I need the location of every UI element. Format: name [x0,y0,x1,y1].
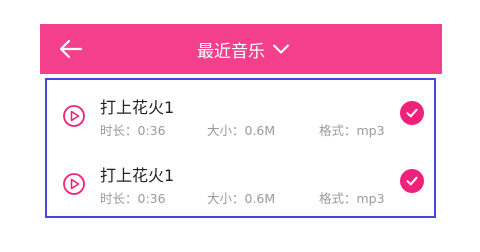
song-row[interactable]: 打上花火1 时长：0:36 大小：0.6M 格式：mp3 [47,84,434,152]
play-button[interactable] [62,104,86,128]
song-format: 格式：mp3 [319,191,385,206]
play-button[interactable] [62,172,86,196]
song-list: 打上花火1 时长：0:36 大小：0.6M 格式：mp3 打上花火1 时长：0:… [45,78,436,218]
song-format: 格式：mp3 [319,123,385,138]
page-title: 最近音乐 [197,41,265,62]
play-icon [63,173,85,195]
song-row[interactable]: 打上花火1 时长：0:36 大小：0.6M 格式：mp3 [47,152,434,220]
song-size: 大小：0.6M [207,191,276,206]
song-title: 打上花火1 [100,98,175,117]
play-icon [63,105,85,127]
song-size: 大小：0.6M [207,123,276,138]
chevron-down-icon [273,44,289,54]
song-title: 打上花火1 [100,166,175,185]
title-dropdown[interactable]: 最近音乐 [197,37,289,62]
top-bar: 最近音乐 [40,24,442,74]
song-duration: 时长：0:36 [100,191,166,206]
select-checkbox[interactable] [400,101,424,125]
back-button[interactable] [58,37,84,61]
check-icon [406,108,418,118]
arrow-left-icon [59,39,83,59]
check-icon [406,176,418,186]
song-duration: 时长：0:36 [100,123,166,138]
select-checkbox[interactable] [400,169,424,193]
